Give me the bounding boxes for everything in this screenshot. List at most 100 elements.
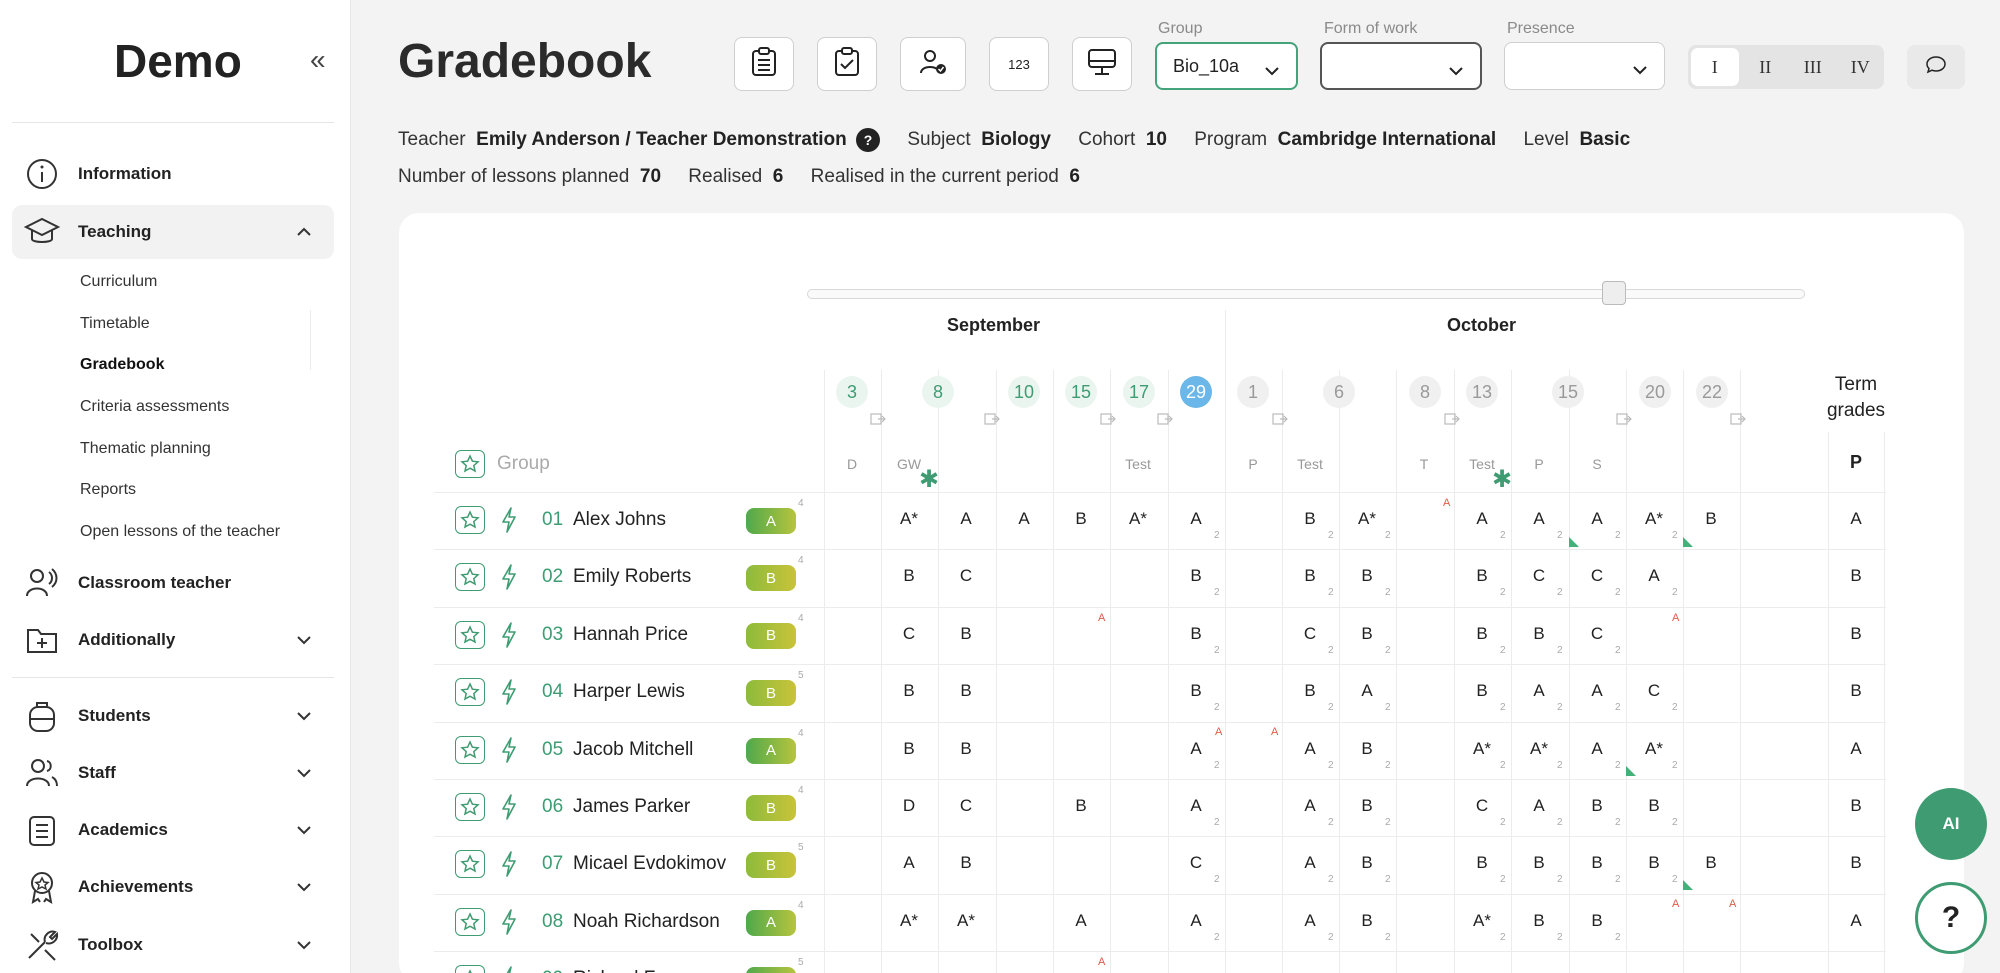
student-name[interactable]: Emily Roberts <box>573 566 691 588</box>
homework-icon[interactable] <box>1272 413 1288 425</box>
group-star-button[interactable] <box>455 450 485 478</box>
grade-cell[interactable]: A* <box>1626 509 1682 529</box>
grade-cell[interactable]: C <box>1569 566 1625 586</box>
grade-cell[interactable]: C <box>938 566 994 586</box>
grade-cell[interactable]: A <box>996 509 1052 529</box>
grade-cell[interactable]: A <box>1168 796 1224 816</box>
grade-cell[interactable]: B <box>1168 681 1224 701</box>
grade-cell[interactable]: B <box>1454 624 1510 644</box>
comment-button[interactable] <box>1907 45 1965 89</box>
grade-cell[interactable]: B <box>1339 796 1395 816</box>
grade-cell[interactable]: A <box>1569 739 1625 759</box>
grade-cell[interactable]: B <box>881 566 937 586</box>
grade-cell[interactable]: B <box>938 853 994 873</box>
student-name[interactable]: Hannah Price <box>573 624 688 646</box>
grade-cell[interactable]: B <box>1168 566 1224 586</box>
grade-cell[interactable]: D <box>881 796 937 816</box>
date-3[interactable]: 3 <box>836 376 868 408</box>
term-grade[interactable]: B <box>1828 853 1884 873</box>
grade-cell[interactable]: B <box>1339 853 1395 873</box>
sidebar-sub-reports[interactable]: Reports <box>80 481 136 499</box>
sidebar-item-additionally[interactable]: Additionally <box>12 613 334 667</box>
grade-cell[interactable]: B <box>1569 796 1625 816</box>
group-select[interactable]: Bio_10a <box>1155 42 1298 90</box>
grade-cell[interactable]: B <box>1454 681 1510 701</box>
grade-cell[interactable]: A* <box>1511 739 1567 759</box>
grade-cell[interactable]: B <box>1168 624 1224 644</box>
grade-cell[interactable]: A <box>1282 796 1338 816</box>
lightning-icon[interactable] <box>500 506 518 539</box>
grade-cell[interactable]: B <box>1053 509 1109 529</box>
student-name[interactable]: Micael Evdokimov <box>573 853 726 875</box>
grade-cell[interactable]: B <box>1569 911 1625 931</box>
favorite-star-button[interactable] <box>455 793 485 821</box>
favorite-star-button[interactable] <box>455 735 485 764</box>
grade-cell[interactable]: B <box>1282 509 1338 529</box>
period-tab-4[interactable]: IV <box>1837 45 1885 89</box>
homework-icon[interactable] <box>1100 413 1116 425</box>
sidebar-sub-curriculum[interactable]: Curriculum <box>80 273 157 291</box>
sidebar-item-teaching[interactable]: Teaching <box>12 205 334 259</box>
grade-cell[interactable]: A <box>1282 739 1338 759</box>
lightning-icon[interactable] <box>500 793 518 826</box>
sidebar-item-classroom-teacher[interactable]: Classroom teacher <box>12 556 334 610</box>
student-name[interactable]: Harper Lewis <box>573 681 685 703</box>
grade-cell[interactable]: C <box>1569 624 1625 644</box>
student-name[interactable]: Jacob Mitchell <box>573 739 693 761</box>
date-1[interactable]: 1 <box>1237 376 1269 408</box>
form-of-work-select[interactable] <box>1320 42 1482 90</box>
grade-cell[interactable]: A* <box>1626 739 1682 759</box>
student-name[interactable]: Noah Richardson <box>573 911 720 933</box>
period-tab-2[interactable]: II <box>1742 45 1790 89</box>
favorite-star-button[interactable] <box>455 678 485 707</box>
date-17[interactable]: 17 <box>1123 376 1155 408</box>
term-grade[interactable]: B <box>1828 796 1884 816</box>
help-button[interactable]: ? <box>1915 882 1987 954</box>
grade-cell[interactable]: A* <box>1339 509 1395 529</box>
grade-cell[interactable]: B <box>1683 853 1739 873</box>
date-6[interactable]: 6 <box>1323 376 1355 408</box>
sidebar-item-academics[interactable]: Academics <box>12 803 334 857</box>
collapse-sidebar-icon[interactable]: « <box>310 44 326 76</box>
ai-assistant-button[interactable]: AI <box>1915 788 1987 860</box>
grade-cell[interactable]: C <box>938 796 994 816</box>
grade-cell[interactable]: A* <box>938 911 994 931</box>
date-29[interactable]: 29 <box>1180 376 1212 408</box>
grade-cell[interactable]: A <box>1511 509 1567 529</box>
lightning-icon[interactable] <box>500 678 518 711</box>
term-grade[interactable]: A <box>1828 911 1884 931</box>
grade-cell[interactable]: B <box>1626 796 1682 816</box>
grade-cell[interactable]: A* <box>1110 509 1166 529</box>
grade-cell[interactable]: A* <box>881 911 937 931</box>
favorite-star-button[interactable] <box>455 850 485 879</box>
sidebar-item-information[interactable]: Information <box>12 147 334 201</box>
grade-cell[interactable]: B <box>1339 624 1395 644</box>
sidebar-item-toolbox[interactable]: Toolbox <box>12 918 334 972</box>
date-8[interactable]: 8 <box>1409 376 1441 408</box>
grade-cell[interactable]: B <box>881 739 937 759</box>
clipboard-button[interactable] <box>734 37 794 91</box>
homework-icon[interactable] <box>1157 413 1173 425</box>
period-tab-3[interactable]: III <box>1789 45 1837 89</box>
grade-cell[interactable]: B <box>1282 566 1338 586</box>
grade-cell[interactable]: A <box>1339 681 1395 701</box>
date-15[interactable]: 15 <box>1552 376 1584 408</box>
homework-icon[interactable] <box>870 413 886 425</box>
lightning-icon[interactable] <box>500 850 518 883</box>
grade-cell[interactable]: C <box>1282 624 1338 644</box>
lightning-icon[interactable] <box>500 563 518 596</box>
date-22[interactable]: 22 <box>1696 376 1728 408</box>
sidebar-sub-criteria-assessments[interactable]: Criteria assessments <box>80 398 229 416</box>
grade-cell[interactable]: B <box>938 681 994 701</box>
grade-cell[interactable]: A* <box>1454 911 1510 931</box>
grade-cell[interactable]: B <box>1282 681 1338 701</box>
grade-cell[interactable]: A <box>1626 566 1682 586</box>
homework-icon[interactable] <box>1616 413 1632 425</box>
horizontal-scrollbar[interactable] <box>807 289 1805 299</box>
favorite-star-button[interactable] <box>455 965 485 973</box>
date-10[interactable]: 10 <box>1008 376 1040 408</box>
grade-cell[interactable]: A <box>1282 911 1338 931</box>
period-tab-1[interactable]: I <box>1691 48 1739 86</box>
grade-cell[interactable]: A <box>1168 509 1224 529</box>
lightning-icon[interactable] <box>500 621 518 654</box>
